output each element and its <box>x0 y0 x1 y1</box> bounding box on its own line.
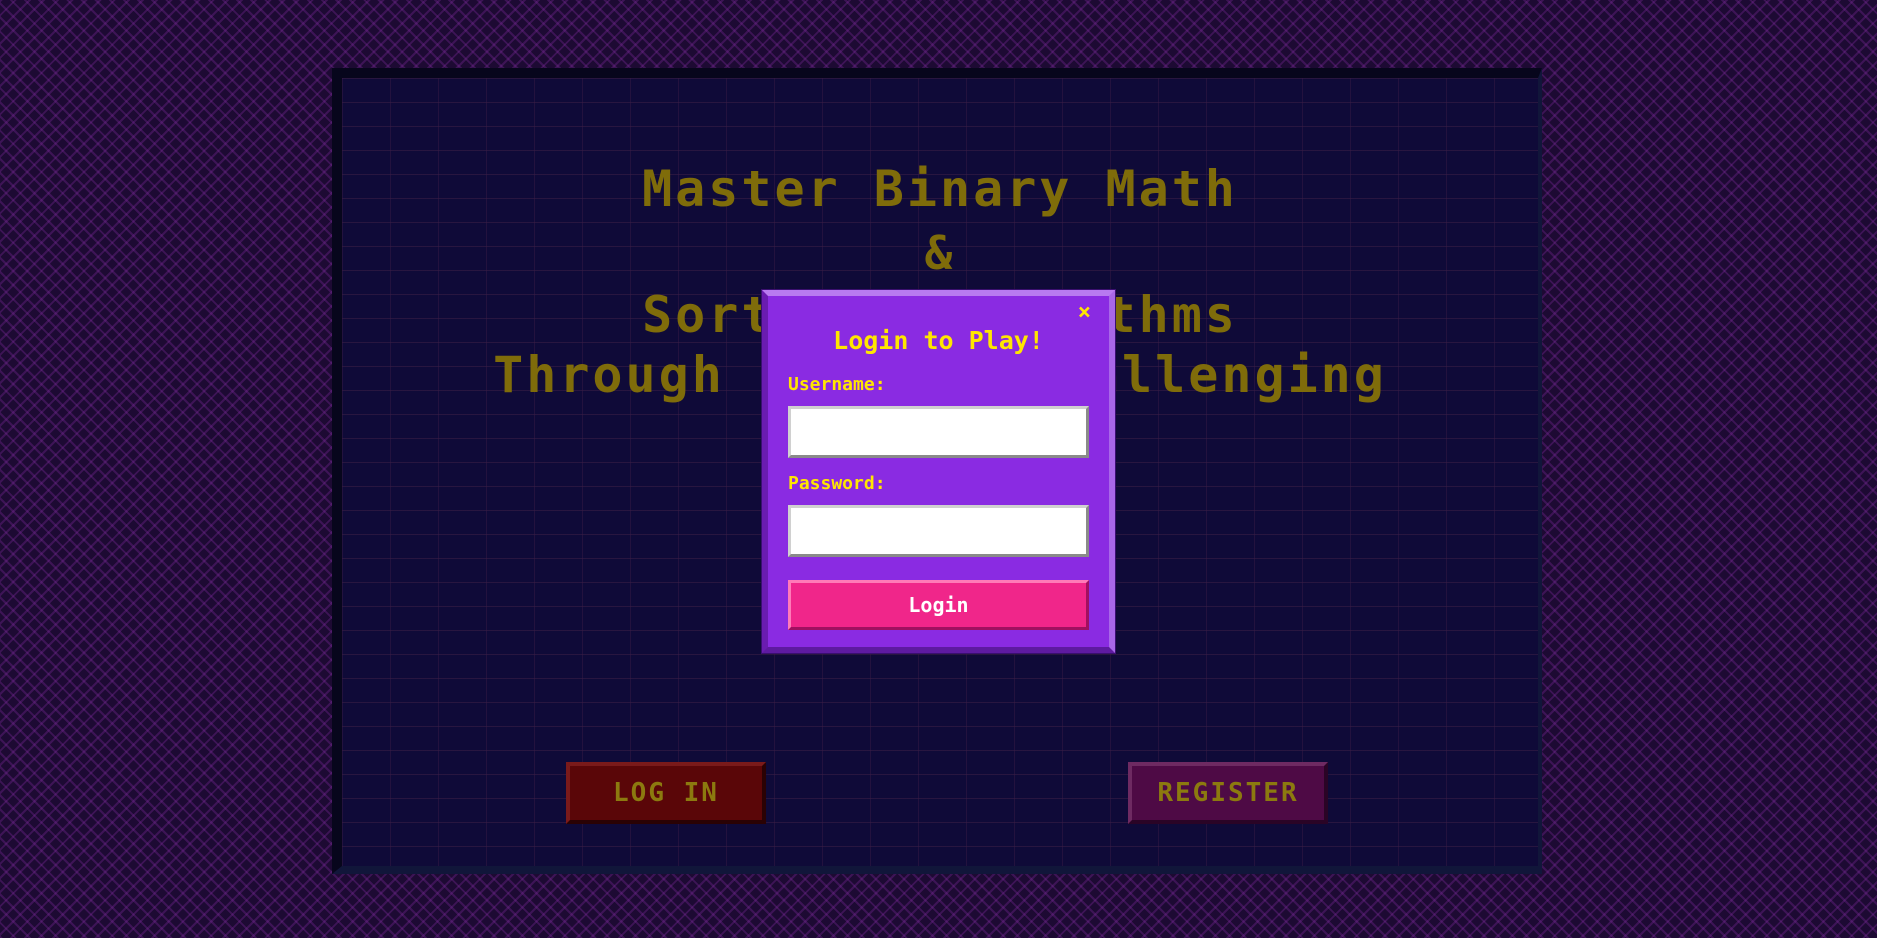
register-button[interactable]: REGISTER <box>1128 762 1328 824</box>
headline-line-2: & <box>924 226 956 280</box>
username-label: Username: <box>788 374 886 395</box>
login-submit-button[interactable]: Login <box>788 580 1089 630</box>
log-in-button[interactable]: LOG IN <box>566 762 766 824</box>
password-label: Password: <box>788 473 886 494</box>
login-modal: × Login to Play! Username: Password: Log… <box>762 290 1115 653</box>
close-icon[interactable]: × <box>1078 302 1091 324</box>
password-input[interactable] <box>788 505 1089 557</box>
username-input[interactable] <box>788 406 1089 458</box>
headline-line-1: Master Binary Math <box>642 160 1238 218</box>
modal-title: Login to Play! <box>833 326 1044 355</box>
